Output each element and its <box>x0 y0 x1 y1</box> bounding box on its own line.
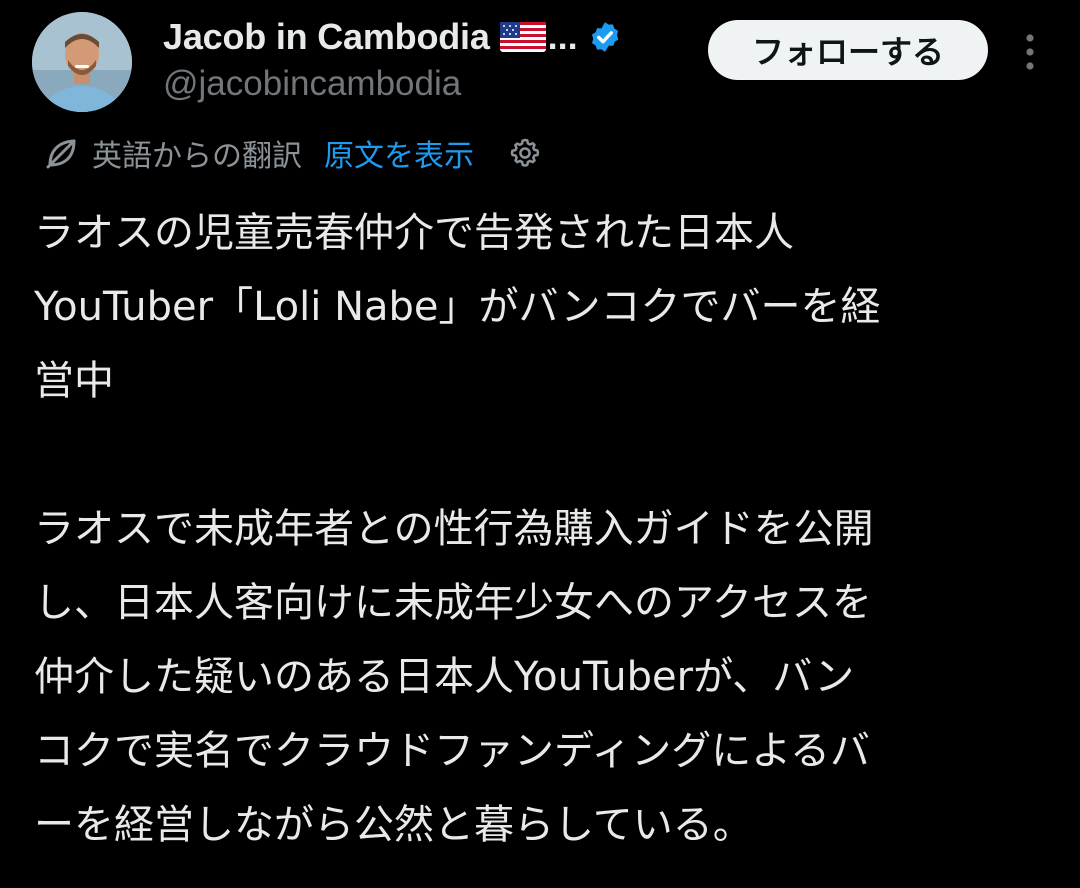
tweet-paragraph-2: ラオスで未成年者との性行為購入ガイドを公開 し、日本人客向けに未成年少女へのアク… <box>34 506 874 848</box>
us-flag-icon <box>499 22 546 52</box>
tweet-header: Jacob in Cambodia ... @jacobincambodia フ… <box>0 0 1080 120</box>
follow-button[interactable]: フォローする <box>708 20 988 80</box>
verified-badge-icon <box>588 20 622 54</box>
name-ellipsis: ... <box>547 16 578 57</box>
avatar[interactable] <box>32 12 132 112</box>
name-row: Jacob in Cambodia ... <box>163 14 622 60</box>
translate-icon <box>46 139 76 169</box>
show-original-link[interactable]: 原文を表示 <box>324 131 474 175</box>
display-name[interactable]: Jacob in Cambodia <box>163 16 490 58</box>
translation-label: 英語からの翻訳 <box>92 139 302 174</box>
more-vertical-icon[interactable] <box>1012 30 1048 74</box>
user-handle[interactable]: @jacobincambodia <box>163 64 461 104</box>
translation-bar: 英語からの翻訳 原文を表示 <box>44 130 542 176</box>
tweet-text: ラオスの児童売春仲介で告発された日本人 YouTuber「Loli Nabe」が… <box>34 196 1064 862</box>
avatar-photo <box>32 12 132 112</box>
tweet-paragraph-1: ラオスの児童売春仲介で告発された日本人 YouTuber「Loli Nabe」が… <box>34 210 881 404</box>
gear-icon[interactable] <box>508 136 542 170</box>
